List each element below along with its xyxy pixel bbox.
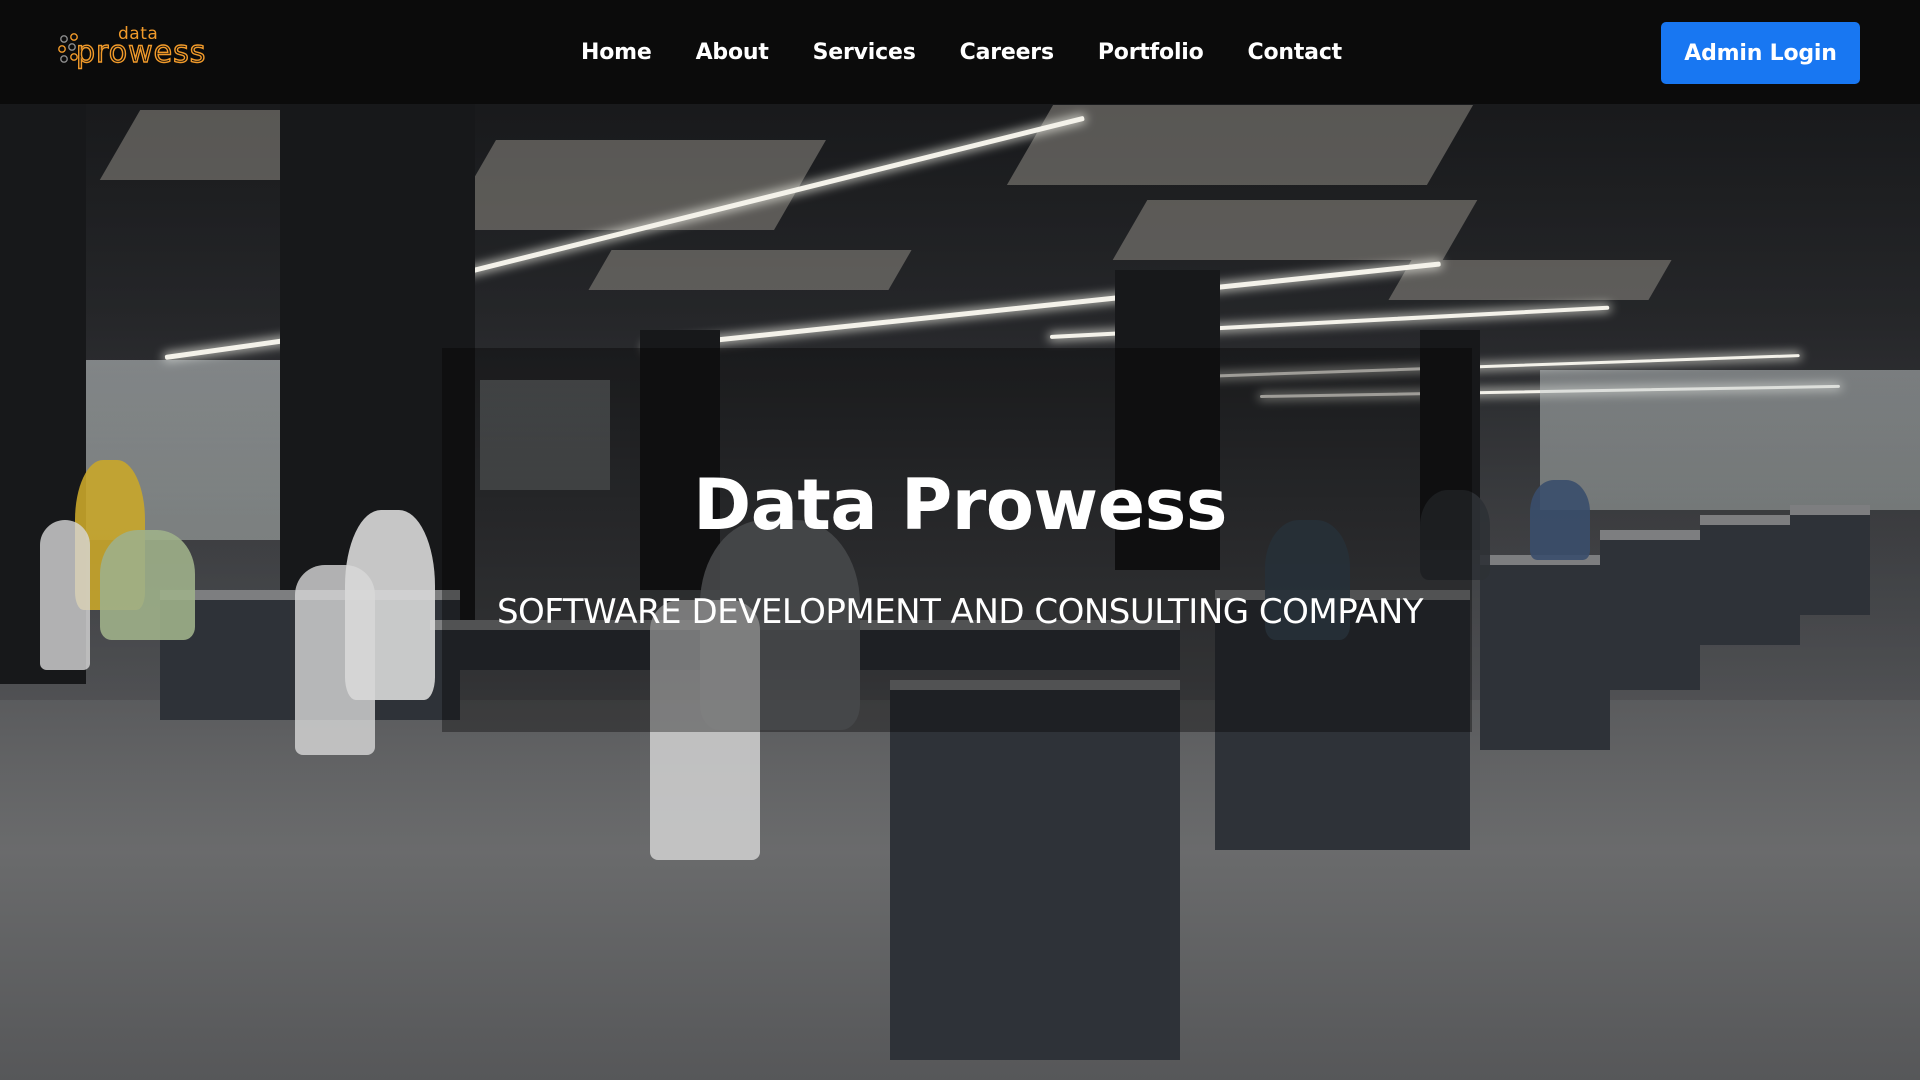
nav-link-careers[interactable]: Careers	[960, 40, 1054, 65]
nav-link-portfolio[interactable]: Portfolio	[1098, 40, 1204, 65]
top-navbar: data prowess Home About Services Careers…	[0, 0, 1920, 104]
nav-link-services[interactable]: Services	[813, 40, 916, 65]
hero-subtitle: SOFTWARE DEVELOPMENT AND CONSULTING COMP…	[496, 592, 1424, 632]
nav-link-about[interactable]: About	[696, 40, 769, 65]
brand-big-text: prowess	[75, 35, 207, 70]
hero-title: Data Prowess	[693, 464, 1227, 546]
page: data prowess Home About Services Careers…	[0, 0, 1920, 1080]
admin-login-button[interactable]: Admin Login	[1661, 22, 1860, 84]
nav-link-contact[interactable]: Contact	[1248, 40, 1343, 65]
brand-logo[interactable]: data prowess	[58, 24, 218, 74]
nav-link-home[interactable]: Home	[581, 40, 652, 65]
nav-links: Home About Services Careers Portfolio Co…	[581, 0, 1386, 104]
